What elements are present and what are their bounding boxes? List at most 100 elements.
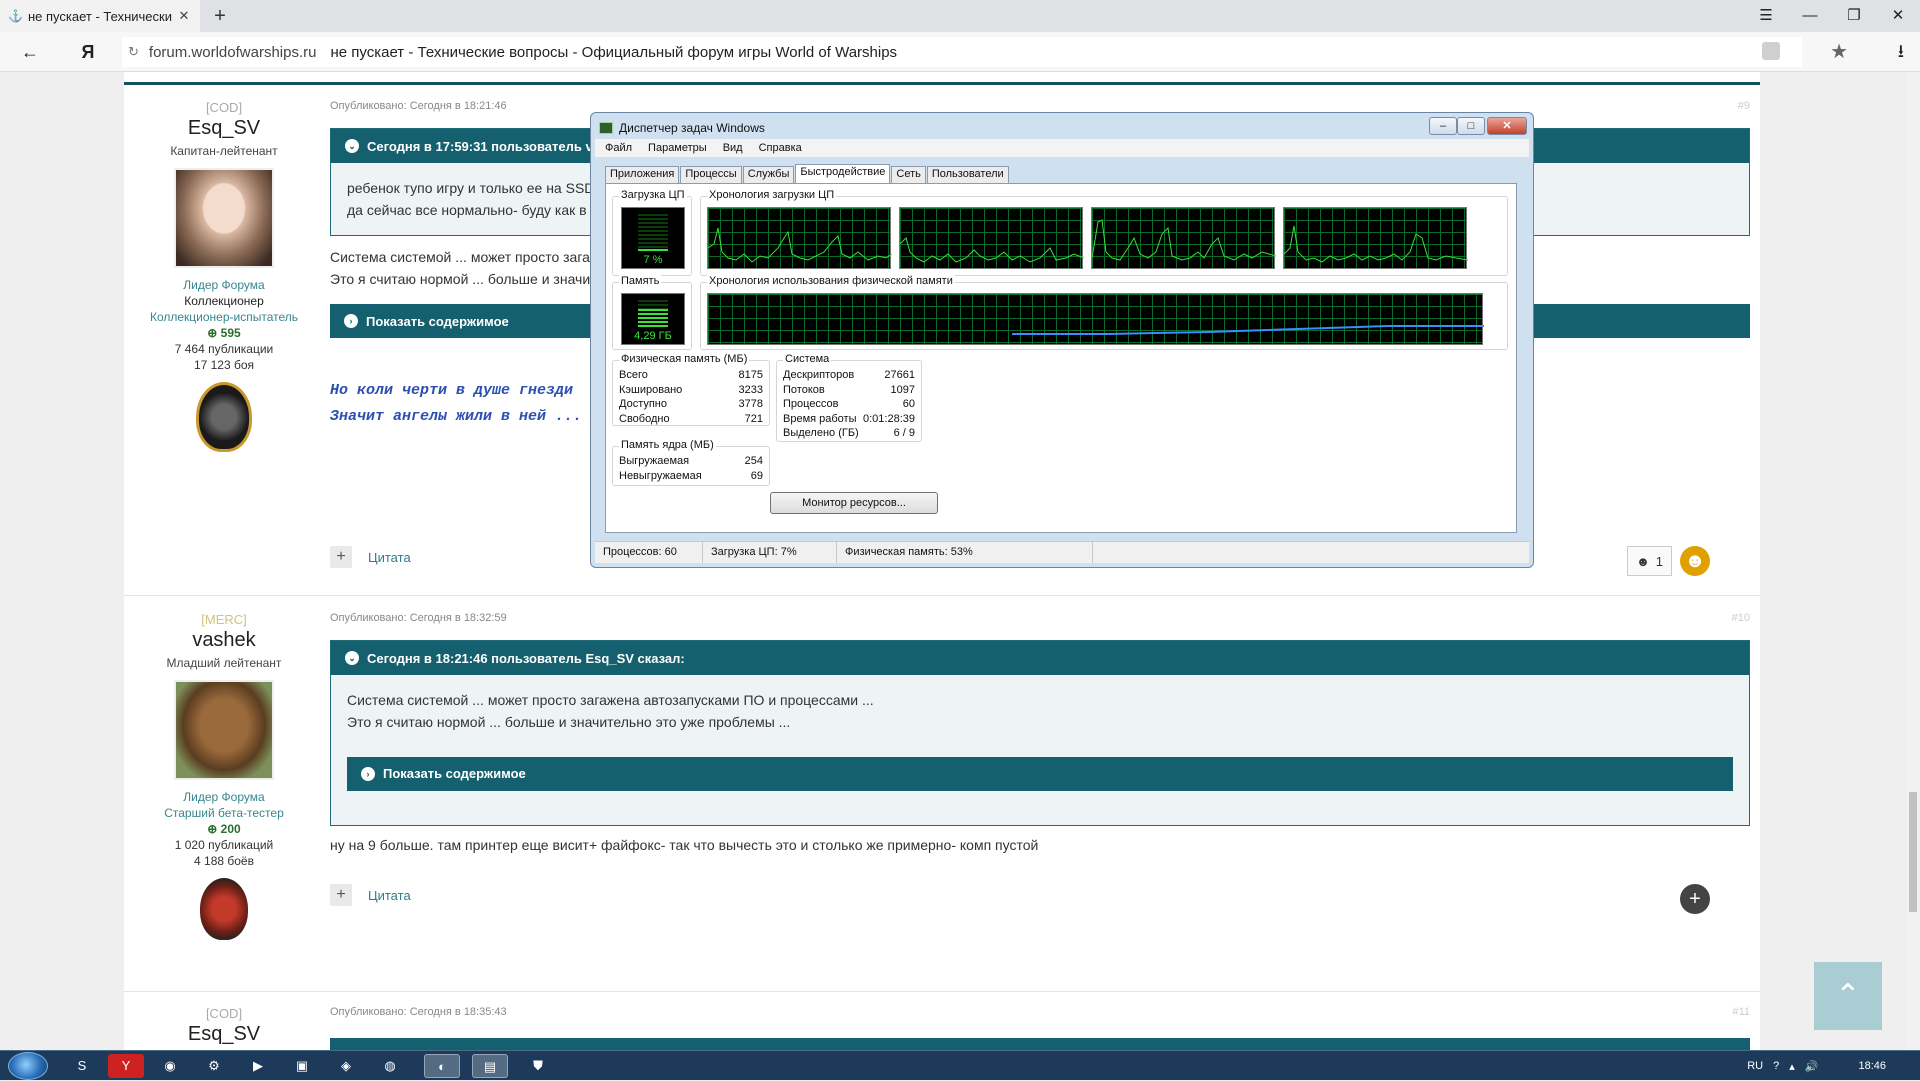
volume-icon[interactable]: 🔊 (1805, 1060, 1819, 1073)
scroll-to-top-button[interactable]: ⌃ (1814, 962, 1882, 1030)
stat-value: 1097 (890, 383, 915, 396)
author-rank: Капитан-лейтенант (170, 144, 278, 158)
firefox-icon[interactable]: ◐ (424, 1054, 460, 1078)
network-tool-icon[interactable]: ⚙ (196, 1054, 232, 1078)
memory-history-group: Хронология использования физической памя… (700, 275, 1508, 350)
menu-icon[interactable]: ☰ (1744, 0, 1788, 32)
tab-services[interactable]: Службы (742, 166, 795, 183)
close-window-button[interactable]: ✕ (1876, 0, 1920, 32)
chevron-down-icon[interactable]: ⌄ (345, 651, 359, 665)
download-icon[interactable]: ⭳ (1898, 39, 1904, 69)
quote-author: Сегодня в 18:21:46 пользователь Esq_SV с… (367, 650, 685, 666)
reaction-count: 1 (1655, 553, 1663, 569)
author-nick[interactable]: Esq_SV (124, 117, 324, 140)
new-tab-button[interactable]: + (208, 4, 232, 28)
chevron-down-icon[interactable]: ⌄ (345, 139, 359, 153)
star-icon[interactable]: ★ (1830, 39, 1848, 64)
lock-icon[interactable] (1762, 42, 1780, 60)
tab-performance[interactable]: Быстродействие (795, 164, 891, 184)
reload-icon[interactable]: ↻ (128, 44, 139, 60)
stat-label: Невыгружаемая (619, 469, 702, 482)
language-indicator[interactable]: RU (1747, 1060, 1763, 1072)
clan-tag[interactable]: [COD] (124, 1006, 324, 1021)
avatar[interactable] (174, 680, 274, 780)
status-memory: Физическая память: 53% (837, 542, 1093, 563)
tm-minimize-button[interactable]: – (1429, 117, 1457, 135)
tab-users[interactable]: Пользователи (926, 166, 1009, 183)
restore-button[interactable]: ❐ (1832, 0, 1876, 32)
chrome-icon[interactable]: ◉ (152, 1054, 188, 1078)
spoiler-toggle[interactable]: › Показать содержимое (347, 757, 1733, 791)
status-processes: Процессов: 60 (595, 542, 703, 563)
clock[interactable]: 18:46 (1858, 1060, 1886, 1072)
tray-arrow-icon[interactable]: ▴ (1789, 1060, 1795, 1073)
author-rank: Младший лейтенант (166, 656, 282, 670)
app-icon[interactable]: ◈ (328, 1054, 364, 1078)
task-manager-window[interactable]: Диспетчер задач Windows – □ ✕ Файл Парам… (590, 112, 1534, 568)
start-button[interactable] (8, 1052, 48, 1080)
stat-row: Время работы 0:01:28:39 (783, 413, 915, 428)
save-icon[interactable]: ▣ (284, 1054, 320, 1078)
author-panel: [COD] Esq_SV (124, 994, 324, 1046)
media-player-icon[interactable]: ▶ (240, 1054, 276, 1078)
system-label: Система (783, 353, 832, 365)
post-number[interactable]: #10 (1732, 612, 1750, 624)
stat-label: Выделено (ГБ) (783, 427, 859, 439)
tm-titlebar[interactable]: Диспетчер задач Windows (599, 119, 765, 137)
post-number[interactable]: #11 (1732, 1006, 1750, 1018)
help-icon[interactable]: ? (1773, 1060, 1779, 1072)
close-tab-icon[interactable]: ✕ (176, 8, 192, 24)
back-arrow-icon[interactable]: ← (16, 38, 44, 66)
physical-memory-table: Всего 8175 Кэшировано 3233 Доступно 3778 Св… (619, 369, 763, 427)
memory-history-graph (707, 293, 1484, 345)
quote-button[interactable]: + Цитата (330, 884, 1750, 906)
battle-count: 4 188 боёв (194, 854, 254, 868)
author-nick[interactable]: vashek (124, 629, 324, 652)
menu-view[interactable]: Вид (723, 142, 743, 154)
reactions: ☻ 1 ☻ (1627, 546, 1710, 576)
scrollbar-thumb[interactable] (1909, 792, 1917, 912)
add-reaction-icon[interactable]: ☻ (1680, 546, 1710, 576)
tm-maximize-button[interactable]: □ (1457, 117, 1485, 135)
avatar[interactable] (174, 168, 274, 268)
menu-help[interactable]: Справка (759, 142, 802, 154)
resource-monitor-button[interactable]: Монитор ресурсов... (770, 492, 938, 514)
performance-panel: Загрузка ЦП 7 % Хронология загрузки ЦП П… (605, 183, 1517, 533)
post-number[interactable]: #9 (1738, 100, 1750, 112)
stat-label: Свободно (619, 412, 670, 425)
shield-icon[interactable]: ⛊ (520, 1054, 556, 1078)
clan-tag[interactable]: [COD] (124, 100, 324, 115)
author-nick[interactable]: Esq_SV (124, 1023, 324, 1046)
tm-close-button[interactable]: ✕ (1487, 117, 1527, 135)
stat-label: Дескрипторов (783, 369, 855, 381)
skype-icon[interactable]: S (64, 1054, 100, 1078)
clan-tag[interactable]: [MERC] (124, 612, 324, 627)
scrollbar[interactable] (1906, 72, 1920, 1050)
tab-applications[interactable]: Приложения (605, 166, 680, 183)
url-field[interactable]: ↻ forum.worldofwarships.ru не пускает - … (122, 37, 1802, 67)
stat-row: Дескрипторов 27661 (783, 369, 915, 384)
stat-label: Всего (619, 369, 648, 381)
yandex-browser-icon[interactable]: Y (108, 1054, 144, 1078)
stat-label: Кэшировано (619, 383, 683, 396)
stat-label: Процессов (783, 398, 839, 410)
browser-icon[interactable]: ◍ (372, 1054, 408, 1078)
browser-tab[interactable]: ⚓ не пускает - Технически ✕ (0, 0, 200, 32)
stat-value: 3778 (738, 398, 763, 410)
menu-options[interactable]: Параметры (648, 142, 707, 154)
quote-body: Система системой ... может просто загаже… (331, 675, 1749, 825)
menu-file[interactable]: Файл (605, 142, 632, 154)
task-manager-taskbar-icon[interactable]: ▤ (472, 1054, 508, 1078)
stat-row: Всего 8175 (619, 369, 763, 384)
stat-row: Процессов 60 (783, 398, 915, 413)
yandex-icon[interactable]: Я (74, 38, 102, 66)
plus-icon: + (330, 546, 352, 568)
author-role: Старший бета-тестер (164, 806, 284, 820)
tab-processes[interactable]: Процессы (680, 166, 742, 183)
tab-network[interactable]: Сеть (891, 166, 926, 183)
add-reaction-icon[interactable]: + (1680, 884, 1710, 914)
minimize-button[interactable]: — (1788, 0, 1832, 32)
cpu-meter: 7 % (621, 207, 685, 269)
reaction-counter[interactable]: ☻ 1 (1627, 546, 1672, 576)
tm-statusbar: Процессов: 60 Загрузка ЦП: 7% Физическая… (595, 541, 1529, 563)
